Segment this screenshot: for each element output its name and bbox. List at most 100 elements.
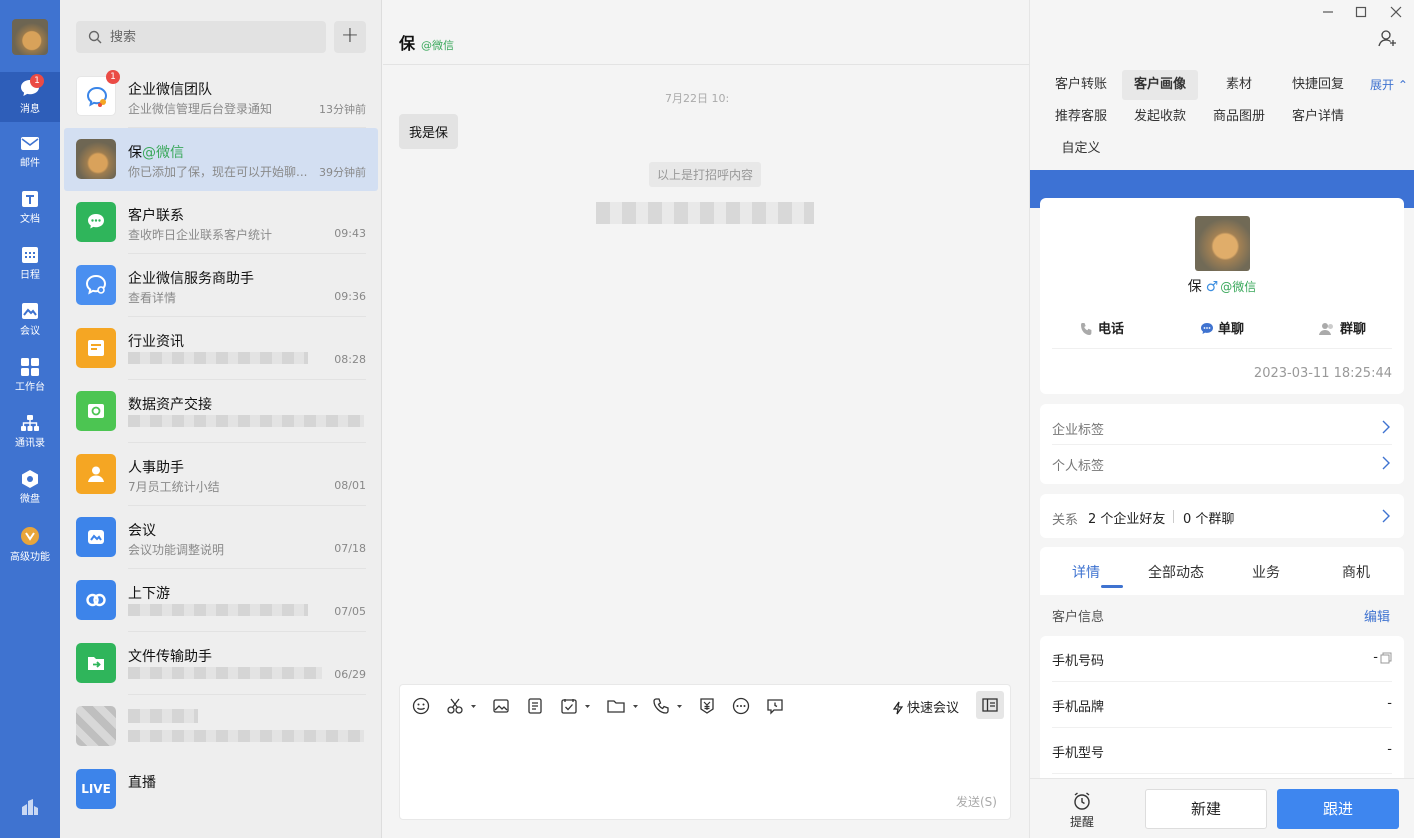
minimize-icon[interactable] <box>1322 6 1334 18</box>
nav-messages[interactable]: 1 消息 <box>0 72 60 122</box>
nav-workbench[interactable]: 工作台 <box>0 352 60 402</box>
conversation-item[interactable]: 行业资讯 08:28 <box>64 317 378 380</box>
conversation-item[interactable]: 文件传输助手 06/29 <box>64 632 378 695</box>
group-chat-button[interactable]: 群聊 <box>1318 318 1366 337</box>
nav-drive[interactable]: 微盘 <box>0 464 60 514</box>
conversation-time: 09:43 <box>334 227 366 240</box>
enterprise-tag-label[interactable]: 企业标签 <box>1052 419 1104 438</box>
add-button[interactable]: + <box>334 21 366 53</box>
image-icon[interactable] <box>492 697 510 715</box>
tab-recommend-service[interactable]: 推荐客服 <box>1043 102 1119 132</box>
single-chat-button[interactable]: 单聊 <box>1200 318 1244 337</box>
personal-tag-label[interactable]: 个人标签 <box>1052 455 1104 474</box>
conversation-item[interactable]: 上下游 07/05 <box>64 569 378 632</box>
nav-contacts[interactable]: 通讯录 <box>0 408 60 458</box>
conversation-item[interactable]: 数据资产交接 <box>64 380 378 443</box>
tab-custom[interactable]: 自定义 <box>1043 134 1119 164</box>
action-footer: 提醒 新建 跟进 <box>1030 778 1414 838</box>
search-input[interactable] <box>110 27 310 47</box>
user-avatar[interactable] <box>12 19 48 55</box>
conversation-item[interactable]: LIVE 直播 <box>64 758 378 821</box>
message-bubble[interactable]: 我是保 <box>399 114 459 149</box>
close-icon[interactable] <box>1390 6 1402 18</box>
info-key: 手机型号 <box>1052 746 1105 761</box>
nav-label: 会议 <box>20 326 40 337</box>
tab-customer-details[interactable]: 客户详情 <box>1280 102 1356 132</box>
tab-business[interactable]: 业务 <box>1221 562 1311 582</box>
conversation-item[interactable] <box>64 695 378 758</box>
conversation-item[interactable]: 1 企业微信团队 企业微信管理后台登录通知 13分钟前 <box>64 65 378 128</box>
call-button[interactable]: 电话 <box>1080 318 1124 337</box>
nav-calendar[interactable]: 日程 <box>0 240 60 290</box>
conversation-item[interactable]: 人事助手 7月员工统计小结 08/01 <box>64 443 378 506</box>
bookmark-icon[interactable] <box>20 798 40 816</box>
maximize-icon[interactable] <box>1355 6 1367 18</box>
edit-button[interactable]: 编辑 <box>1364 606 1390 625</box>
conversation-name: 数据资产交接 <box>128 397 212 413</box>
more-icon[interactable] <box>732 697 750 715</box>
tab-all-activity[interactable]: 全部动态 <box>1131 562 1221 582</box>
payment-icon[interactable] <box>698 697 716 715</box>
friends-count: 2 个企业好友 <box>1088 512 1166 527</box>
tab-quick-reply[interactable]: 快捷回复 <box>1280 70 1356 100</box>
message-composer[interactable]: 快速会议 发送(S) <box>399 684 1011 820</box>
message-timestamp: 7月22日 10: <box>665 92 730 105</box>
relation-card[interactable]: 关系 2 个企业好友 0 个群聊 <box>1040 494 1404 538</box>
nav-mail[interactable]: 邮件 <box>0 128 60 178</box>
tab-collect-payment[interactable]: 发起收款 <box>1122 102 1198 132</box>
tab-opportunities[interactable]: 商机 <box>1311 562 1401 582</box>
conversation-list-panel: + 1 企业微信团队 企业微信管理后台登录通知 13分钟前 保@微信 你已添加了… <box>60 0 382 838</box>
conversation-item[interactable]: 企业微信服务商助手 查看详情 09:36 <box>64 254 378 317</box>
nav-label: 通讯录 <box>15 438 45 449</box>
customer-avatar[interactable] <box>1195 216 1250 271</box>
add-member-icon[interactable] <box>1378 28 1398 48</box>
conversation-name: 行业资讯 <box>128 334 184 350</box>
copy-icon[interactable] <box>1380 652 1392 664</box>
phone-icon[interactable] <box>652 697 684 715</box>
nav-meeting[interactable]: 会议 <box>0 296 60 346</box>
follow-up-button[interactable]: 跟进 <box>1277 789 1399 829</box>
conversation-item[interactable]: 会议 会议功能调整说明 07/18 <box>64 506 378 569</box>
chevron-right-icon[interactable] <box>1382 420 1390 434</box>
reminder-button[interactable]: 提醒 <box>1070 791 1094 830</box>
tab-customer-profile[interactable]: 客户画像 <box>1122 70 1198 100</box>
tab-materials[interactable]: 素材 <box>1201 70 1277 100</box>
conversation-item[interactable]: 客户联系 查收昨日企业联系客户统计 09:43 <box>64 191 378 254</box>
chevron-right-icon[interactable] <box>1382 456 1390 470</box>
conversation-name: 文件传输助手 <box>128 649 212 665</box>
tab-details[interactable]: 详情 <box>1041 562 1131 582</box>
history-icon[interactable] <box>766 697 784 715</box>
conversation-time: 07/18 <box>334 542 366 555</box>
conversation-preview: 7月员工统计小结 <box>128 480 220 494</box>
nav-premium[interactable]: 高级功能 <box>0 520 60 570</box>
info-row: 手机号码 - <box>1052 636 1392 682</box>
quick-meeting-button[interactable]: 快速会议 <box>892 697 959 716</box>
conversation-preview: 你已添加了保，现在可以开始聊... <box>128 165 308 179</box>
new-button[interactable]: 新建 <box>1145 789 1267 829</box>
emoji-icon[interactable] <box>412 697 430 715</box>
conversation-preview: 会议功能调整说明 <box>128 543 225 557</box>
folder-icon[interactable] <box>606 697 640 715</box>
nav-docs[interactable]: 文档 <box>0 184 60 234</box>
customer-name: 保 ♂ @微信 <box>1187 279 1257 295</box>
conversation-name: 人事助手 <box>128 460 184 476</box>
info-value: - <box>1373 650 1378 665</box>
expand-button[interactable]: 展开 ⌃ <box>1370 76 1408 93</box>
todo-icon[interactable] <box>560 697 592 715</box>
search-box[interactable] <box>76 21 326 53</box>
notes-icon[interactable] <box>526 697 544 715</box>
meeting-icon <box>22 303 38 319</box>
conversation-time: 09:36 <box>334 290 366 303</box>
conversation-item-selected[interactable]: 保@微信 你已添加了保，现在可以开始聊... 39分钟前 <box>64 128 378 191</box>
tab-product-album[interactable]: 商品图册 <box>1201 102 1277 132</box>
screenshot-icon[interactable] <box>446 697 476 715</box>
tab-transfer[interactable]: 客户转账 <box>1043 70 1119 100</box>
send-button[interactable]: 发送(S) <box>956 793 997 810</box>
sidebar-toggle-button[interactable] <box>976 691 1004 719</box>
conversation-preview: 企业微信管理后台登录通知 <box>128 102 273 116</box>
nav-badge: 1 <box>30 74 44 88</box>
info-row: 手机品牌 - <box>1052 682 1392 728</box>
info-key: 手机品牌 <box>1052 700 1105 715</box>
lightning-icon <box>892 701 904 715</box>
chevron-right-icon[interactable] <box>1382 509 1390 523</box>
